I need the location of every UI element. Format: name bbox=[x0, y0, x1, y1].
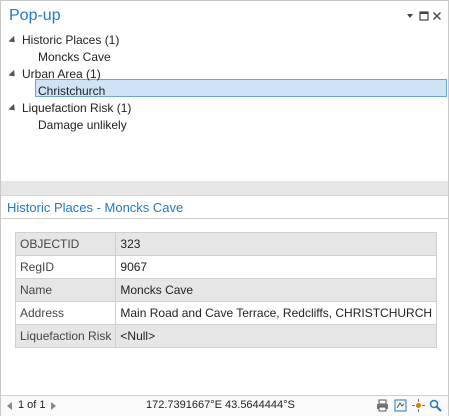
tree-item-damage-unlikely[interactable]: Damage unlikely bbox=[38, 117, 127, 134]
field-value: Main Road and Cave Terrace, Redcliffs, C… bbox=[115, 301, 438, 325]
field-value: 323 bbox=[115, 232, 438, 256]
tree-item-label: Moncks Cave bbox=[38, 50, 111, 64]
feature-tree: Historic Places (1) Moncks Cave Urban Ar… bbox=[1, 31, 448, 181]
flash-icon[interactable] bbox=[412, 399, 425, 412]
table-row: OBJECTID 323 bbox=[14, 232, 438, 256]
field-name: Liquefaction Risk bbox=[14, 324, 117, 348]
field-value: Moncks Cave bbox=[115, 278, 438, 302]
expand-caret-icon[interactable] bbox=[8, 69, 18, 80]
chevron-down-icon[interactable] bbox=[403, 9, 417, 23]
tree-group-label: Liquefaction Risk (1) bbox=[22, 101, 132, 115]
export-icon[interactable] bbox=[394, 399, 407, 412]
pane-title: Pop-up bbox=[9, 7, 61, 24]
divider bbox=[1, 218, 448, 219]
attribute-table: OBJECTID 323 RegID 9067 Name Moncks Cave… bbox=[14, 232, 438, 348]
print-icon[interactable] bbox=[376, 399, 389, 412]
tree-item-label: Damage unlikely bbox=[38, 118, 127, 132]
field-name: OBJECTID bbox=[14, 232, 117, 256]
table-row: Name Moncks Cave bbox=[14, 278, 438, 302]
tree-item-moncks-cave[interactable]: Moncks Cave bbox=[38, 49, 111, 66]
tree-item-christchurch[interactable]: Christchurch bbox=[38, 83, 105, 100]
next-feature-icon[interactable] bbox=[51, 402, 56, 410]
close-icon[interactable] bbox=[430, 9, 444, 23]
detail-title: Historic Places - Moncks Cave bbox=[7, 200, 184, 215]
table-row: Address Main Road and Cave Terrace, Redc… bbox=[14, 301, 438, 325]
zoom-to-icon[interactable] bbox=[429, 399, 442, 412]
field-value: <Null> bbox=[115, 324, 438, 348]
tree-item-label: Christchurch bbox=[38, 84, 106, 98]
tree-group-label: Historic Places (1) bbox=[22, 33, 120, 47]
title-bar: Pop-up bbox=[1, 1, 448, 31]
popup-pane: Pop-up Historic Places (1) Moncks Cave U… bbox=[0, 0, 449, 416]
pane-splitter[interactable] bbox=[1, 181, 448, 196]
previous-feature-icon[interactable] bbox=[7, 402, 12, 410]
tree-group-label: Urban Area (1) bbox=[22, 67, 101, 81]
coordinate-readout: 172.7391667°E 43.5644444°S bbox=[146, 399, 295, 411]
expand-caret-icon[interactable] bbox=[8, 103, 18, 114]
table-row: RegID 9067 bbox=[14, 255, 438, 279]
field-value: 9067 bbox=[115, 255, 438, 279]
field-name: Name bbox=[14, 278, 117, 302]
page-indicator: 1 of 1 bbox=[18, 399, 46, 411]
footer-bar: 1 of 1 172.7391667°E 43.5644444°S bbox=[1, 395, 448, 416]
expand-caret-icon[interactable] bbox=[8, 35, 18, 46]
field-name: Address bbox=[14, 301, 117, 325]
table-row: Liquefaction Risk <Null> bbox=[14, 324, 438, 348]
field-name: RegID bbox=[14, 255, 117, 279]
maximize-icon[interactable] bbox=[417, 9, 431, 23]
